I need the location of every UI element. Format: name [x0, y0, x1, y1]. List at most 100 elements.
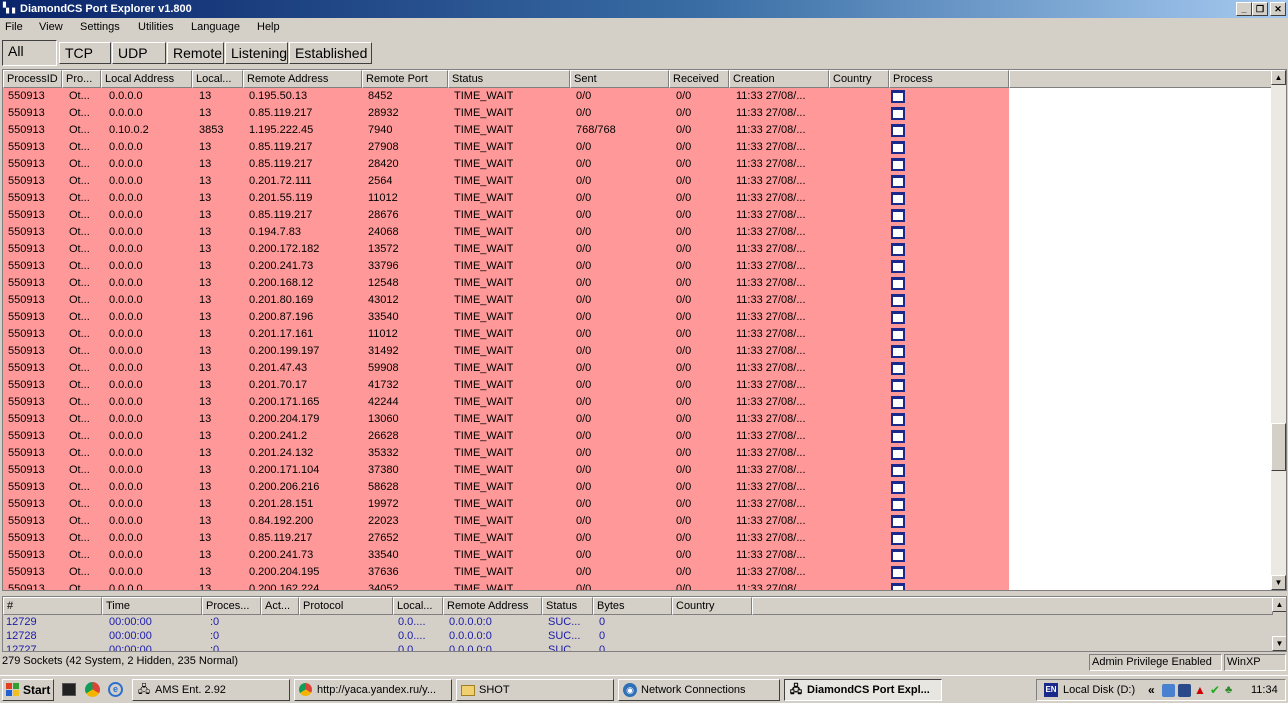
log-col-bytes[interactable]: Bytes: [593, 597, 672, 615]
taskbar-item-shot[interactable]: SHOT: [456, 679, 614, 701]
table-row[interactable]: 550913 Ot... 0.0.0.0 13 0.201.55.119 11012 TIM…: [3, 190, 1009, 207]
table-row[interactable]: 550913 Ot... 0.0.0.0 13 0.85.119.217 28676 TIM…: [3, 207, 1009, 224]
taskbar-item-port-explorer[interactable]: 🖧 DiamondCS Port Expl...: [784, 679, 942, 701]
log-col-local[interactable]: Local...: [393, 597, 443, 615]
table-row[interactable]: 550913 Ot... 0.0.0.0 13 0.201.80.169 43012 TIM…: [3, 292, 1009, 309]
tray-app-icon[interactable]: [1178, 684, 1191, 697]
table-row[interactable]: 550913 Ot... 0.0.0.0 13 0.200.168.12 12548 TIM…: [3, 275, 1009, 292]
col-protocol[interactable]: Pro...: [62, 70, 101, 88]
table-row[interactable]: 550913 Ot... 0.0.0.0 13 0.200.206.216 58628 TI…: [3, 479, 1009, 496]
table-cell: 550913: [8, 260, 45, 272]
table-scrollbar[interactable]: ▲ ▼: [1271, 70, 1286, 590]
menu-file[interactable]: File: [5, 21, 23, 33]
table-row[interactable]: 550913 Ot... 0.0.0.0 13 0.201.24.132 35332 TIM…: [3, 445, 1009, 462]
tab-tcp[interactable]: TCP: [59, 42, 111, 64]
table-row[interactable]: 550913 Ot... 0.0.0.0 13 0.201.28.151 19972 TIM…: [3, 496, 1009, 513]
table-cell: 11:33 27/08/...: [736, 498, 806, 510]
log-row[interactable]: 12728 00:00:00:0 0.0.... 0.0.0.0:0 SUC... 0: [3, 629, 1273, 643]
table-cell: 0/0: [676, 90, 692, 102]
log-col-country[interactable]: Country: [672, 597, 752, 615]
table-row[interactable]: 550913 Ot... 0.0.0.0 13 0.85.119.217 28932 TIM…: [3, 105, 1009, 122]
col-processid[interactable]: ProcessID: [3, 70, 62, 88]
log-col-time[interactable]: Time: [102, 597, 202, 615]
show-desktop-icon[interactable]: [62, 683, 76, 696]
tray-expand-icon[interactable]: «: [1148, 683, 1155, 697]
col-received[interactable]: Received: [669, 70, 729, 88]
log-scroll-down-button[interactable]: ▼: [1272, 636, 1286, 651]
disk-toolbar-label[interactable]: Local Disk (D:): [1063, 683, 1135, 697]
table-row[interactable]: 550913 Ot... 0.0.0.0 13 0.200.241.73 33540 TIM…: [3, 547, 1009, 564]
table-row[interactable]: 550913 Ot... 0.0.0.0 13 0.195.50.13 8452 TIME_…: [3, 88, 1009, 105]
ie-quicklaunch-icon[interactable]: e: [108, 682, 123, 697]
tray-network-icon[interactable]: [1162, 684, 1175, 697]
menu-utilities[interactable]: Utilities: [138, 21, 173, 33]
menu-language[interactable]: Language: [191, 21, 240, 33]
log-col-status[interactable]: Status: [542, 597, 593, 615]
table-row[interactable]: 550913 Ot... 0.0.0.0 13 0.200.162.224 34052 TI…: [3, 581, 1009, 590]
table-row[interactable]: 550913 Ot... 0.0.0.0 13 0.201.47.43 59908 TIME…: [3, 360, 1009, 377]
table-cell: TIME_WAIT: [454, 464, 514, 476]
table-row[interactable]: 550913 Ot... 0.10.0.2 3853 1.195.222.45 7940 T…: [3, 122, 1009, 139]
col-remote-port[interactable]: Remote Port: [362, 70, 448, 88]
table-row[interactable]: 550913 Ot... 0.0.0.0 13 0.201.72.111 2564 TIME…: [3, 173, 1009, 190]
col-country[interactable]: Country: [829, 70, 889, 88]
col-remote-address[interactable]: Remote Address: [243, 70, 362, 88]
table-row[interactable]: 550913 Ot... 0.0.0.0 13 0.200.172.182 13572 TI…: [3, 241, 1009, 258]
table-cell: Ot...: [69, 107, 90, 119]
col-local-address[interactable]: Local Address: [101, 70, 192, 88]
taskbar-item-network-connections[interactable]: ◉ Network Connections: [618, 679, 780, 701]
log-col-remote-address[interactable]: Remote Address: [443, 597, 542, 615]
taskbar-item-browser[interactable]: http://yaca.yandex.ru/y...: [294, 679, 452, 701]
col-local-port[interactable]: Local...: [192, 70, 243, 88]
table-row[interactable]: 550913 Ot... 0.0.0.0 13 0.200.199.197 31492 TI…: [3, 343, 1009, 360]
log-row[interactable]: 12727 00:00:00:0 0.0.... 0.0.0.0:0 SUC... 0: [3, 643, 1273, 651]
table-cell: 11:33 27/08/...: [736, 515, 806, 527]
scroll-down-button[interactable]: ▼: [1271, 575, 1286, 590]
chrome-quicklaunch-icon[interactable]: [85, 682, 100, 697]
table-row[interactable]: 550913 Ot... 0.0.0.0 13 0.200.241.2 26628 TIME…: [3, 428, 1009, 445]
col-sent[interactable]: Sent: [570, 70, 669, 88]
tray-security-icon[interactable]: ♣: [1225, 684, 1239, 697]
taskbar-item-ams[interactable]: 🖧 AMS Ent. 2.92: [132, 679, 290, 701]
log-col-process[interactable]: Proces...: [202, 597, 261, 615]
log-col-number[interactable]: #: [3, 597, 102, 615]
table-row[interactable]: 550913 Ot... 0.0.0.0 13 0.84.192.200 22023 TIM…: [3, 513, 1009, 530]
language-indicator[interactable]: EN: [1044, 683, 1058, 697]
log-col-action[interactable]: Act...: [261, 597, 299, 615]
tab-udp[interactable]: UDP: [112, 42, 166, 64]
menu-settings[interactable]: Settings: [80, 21, 120, 33]
title-bar[interactable]: ▚▗ DiamondCS Port Explorer v1.800 _ ❐ ✕: [0, 0, 1288, 18]
log-col-protocol[interactable]: Protocol: [299, 597, 393, 615]
menu-help[interactable]: Help: [257, 21, 280, 33]
log-row[interactable]: 12729 00:00:00:0 0.0.... 0.0.0.0:0 SUC... 0: [3, 615, 1273, 629]
table-row[interactable]: 550913 Ot... 0.0.0.0 13 0.200.171.165 42244 TI…: [3, 394, 1009, 411]
table-row[interactable]: 550913 Ot... 0.0.0.0 13 0.85.119.217 27908 TIM…: [3, 139, 1009, 156]
table-row[interactable]: 550913 Ot... 0.0.0.0 13 0.201.17.161 11012 TIM…: [3, 326, 1009, 343]
close-button[interactable]: ✕: [1270, 2, 1286, 16]
table-row[interactable]: 550913 Ot... 0.0.0.0 13 0.200.171.104 37380 TI…: [3, 462, 1009, 479]
minimize-button[interactable]: _: [1236, 2, 1252, 16]
start-button[interactable]: Start: [2, 679, 54, 701]
table-row[interactable]: 550913 Ot... 0.0.0.0 13 0.194.7.83 24068 TIME_…: [3, 224, 1009, 241]
table-row[interactable]: 550913 Ot... 0.0.0.0 13 0.200.87.196 33540 TIM…: [3, 309, 1009, 326]
tab-remote[interactable]: Remote: [167, 42, 224, 64]
table-row[interactable]: 550913 Ot... 0.0.0.0 13 0.200.204.179 13060 TI…: [3, 411, 1009, 428]
tab-established[interactable]: Established: [289, 42, 372, 64]
table-row[interactable]: 550913 Ot... 0.0.0.0 13 0.85.119.217 27652 TIM…: [3, 530, 1009, 547]
table-row[interactable]: 550913 Ot... 0.0.0.0 13 0.200.204.195 37636 TI…: [3, 564, 1009, 581]
menu-view[interactable]: View: [39, 21, 63, 33]
tab-listening[interactable]: Listening: [225, 42, 288, 64]
table-row[interactable]: 550913 Ot... 0.0.0.0 13 0.85.119.217 28420 TIM…: [3, 156, 1009, 173]
maximize-button[interactable]: ❐: [1252, 2, 1268, 16]
table-row[interactable]: 550913 Ot... 0.0.0.0 13 0.200.241.73 33796 TIM…: [3, 258, 1009, 275]
log-scroll-up-button[interactable]: ▲: [1272, 597, 1286, 612]
tray-status-icon[interactable]: ✔: [1210, 684, 1223, 697]
col-process[interactable]: Process: [889, 70, 1009, 88]
col-status[interactable]: Status: [448, 70, 570, 88]
scroll-up-button[interactable]: ▲: [1271, 70, 1286, 85]
tray-alert-icon[interactable]: ▲: [1194, 684, 1207, 697]
col-creation[interactable]: Creation: [729, 70, 829, 88]
scroll-thumb[interactable]: [1271, 423, 1286, 471]
tab-all[interactable]: All: [2, 40, 57, 66]
table-row[interactable]: 550913 Ot... 0.0.0.0 13 0.201.70.17 41732 TIME…: [3, 377, 1009, 394]
